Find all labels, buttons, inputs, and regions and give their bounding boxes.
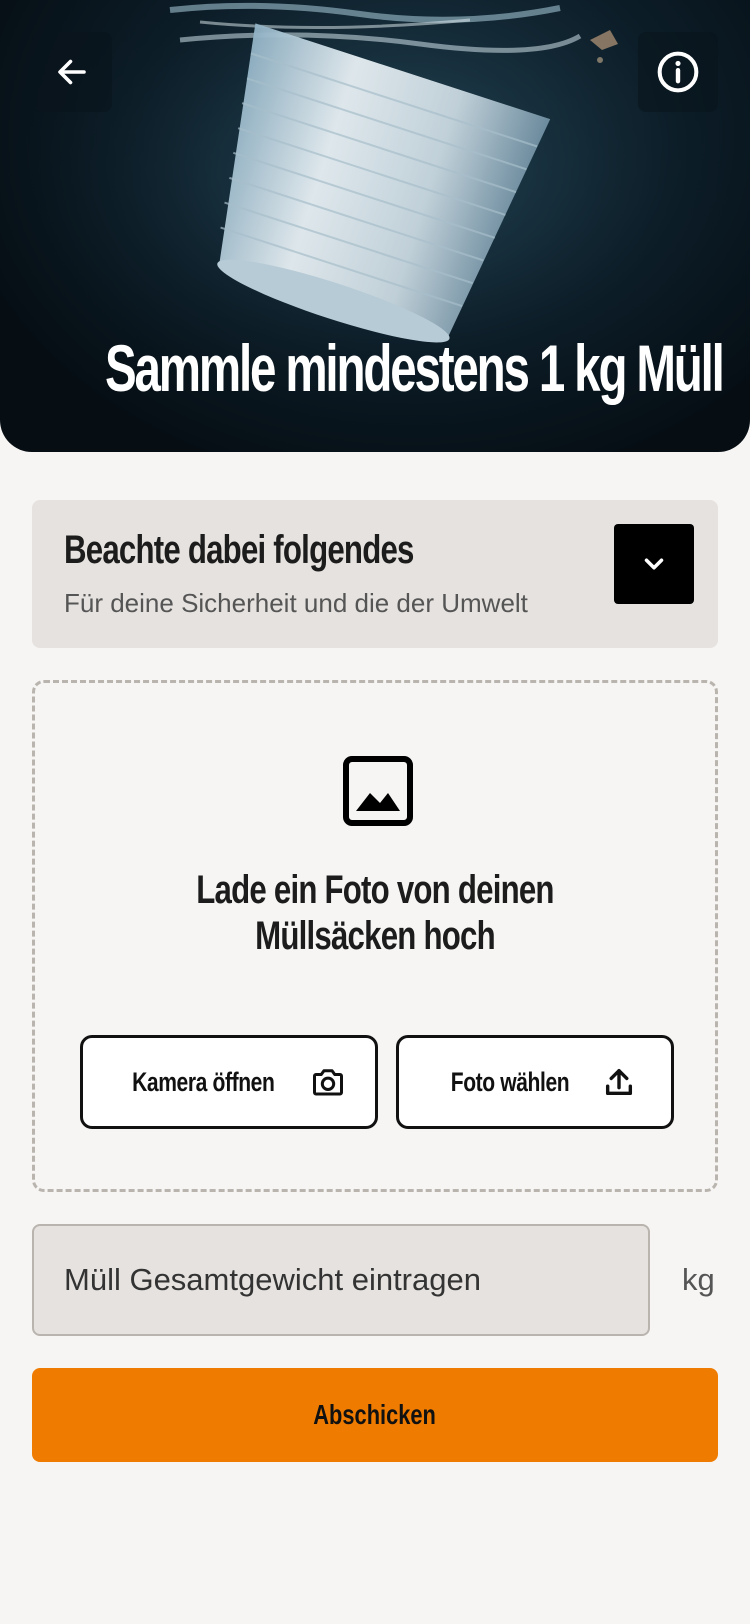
camera-icon [313, 1069, 344, 1096]
info-icon [657, 51, 699, 93]
total-weight-input[interactable] [32, 1224, 650, 1336]
upload-icon [605, 1068, 633, 1096]
open-camera-button[interactable]: Kamera öffnen [80, 1035, 378, 1129]
open-camera-label: Kamera öffnen [131, 1066, 275, 1097]
upload-title-line-2: Müllsäcken hoch [255, 914, 495, 958]
page-title: Sammle mindestens 1 kg Müll [105, 331, 725, 405]
image-icon [343, 756, 413, 826]
back-button[interactable] [32, 32, 112, 112]
weight-unit-label: kg [682, 1262, 715, 1297]
expand-notice-button[interactable] [614, 524, 694, 604]
choose-photo-button[interactable]: Foto wählen [396, 1035, 674, 1129]
submit-label: Abschicken [313, 1399, 437, 1430]
safety-notice-card[interactable]: Beachte dabei folgendes Für deine Sicher… [32, 500, 718, 648]
arrow-left-icon [58, 59, 86, 85]
info-button[interactable] [638, 32, 718, 112]
upload-title: Lade ein Foto von deinen Müllsäcken hoch [110, 867, 640, 959]
submit-button[interactable]: Abschicken [32, 1368, 718, 1462]
choose-photo-label: Foto wählen [450, 1066, 570, 1097]
upload-title-line-1: Lade ein Foto von deinen [196, 868, 554, 912]
hero-banner: Sammle mindestens 1 kg Müll [0, 0, 750, 452]
notice-subtitle: Für deine Sicherheit und die der Umwelt [64, 588, 528, 618]
chevron-down-icon [644, 558, 664, 570]
photo-upload-area[interactable]: Lade ein Foto von deinen Müllsäcken hoch… [32, 680, 718, 1192]
notice-title: Beachte dabei folgendes [64, 528, 414, 572]
